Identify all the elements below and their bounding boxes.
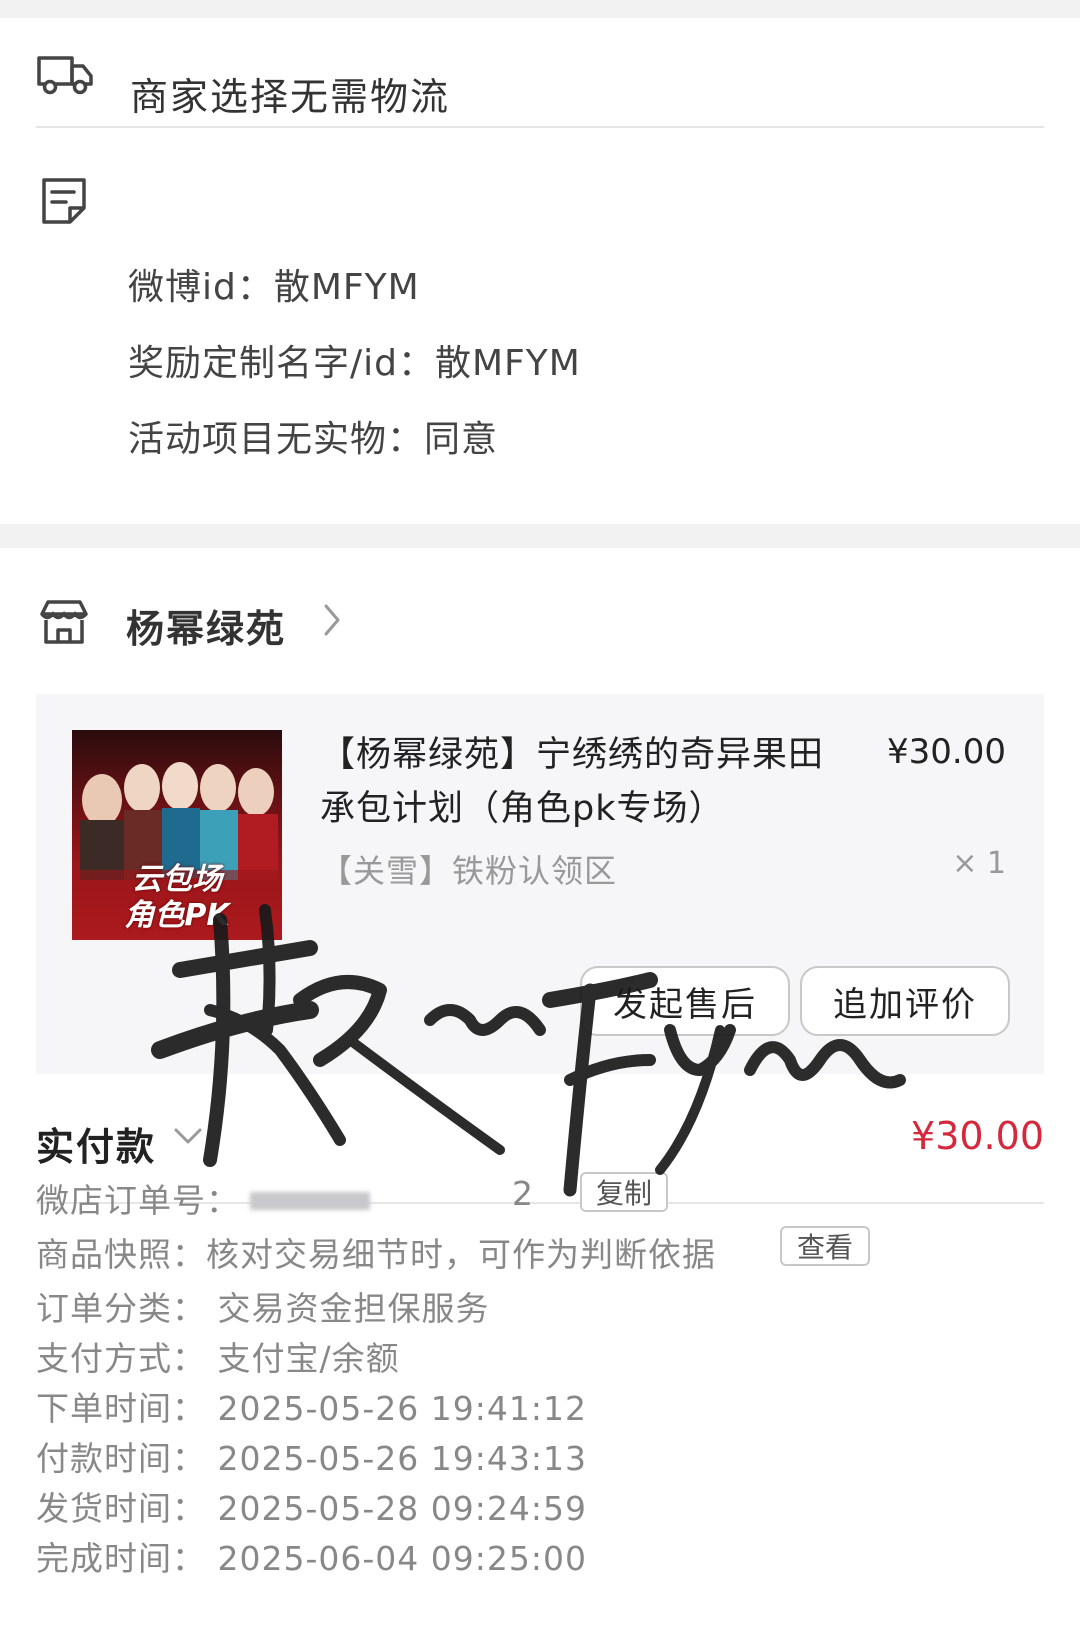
redacted-order-number [250,1192,370,1210]
truck-icon [36,52,94,100]
completion-time: 完成时间： 2025-06-04 09:25:00 [36,1539,587,1578]
delivery-method-text: 商家选择无需物流 [130,75,451,119]
snapshot-text: 商品快照：核对交易细节时，可作为判断依据 [36,1235,716,1274]
store-icon [38,598,90,650]
order-number-tail: 2 [512,1174,534,1213]
product-thumbnail[interactable]: 云包场 角色PK [72,730,282,940]
paid-amount: ¥30.00 [911,1114,1044,1158]
product-price: ¥30.00 [887,732,1006,772]
product-item[interactable]: 云包场 角色PK 【杨幂绿苑】宁绣绣的奇异果田承包计划（角色pk专场） ¥30.… [36,694,1044,1074]
divider [36,126,1044,128]
product-title[interactable]: 【杨幂绿苑】宁绣绣的奇异果田承包计划（角色pk专场） [320,728,850,836]
order-number-label: 微店订单号： [36,1181,240,1220]
delivery-card: 商家选择无需物流 微博id：散MFYM 奖励定制名字/id：散MFYM 活动项目… [0,18,1080,524]
thumbnail-caption-2: 角色PK [124,898,230,933]
add-review-button[interactable]: 追加评价 [800,966,1010,1036]
note-icon [38,174,90,232]
shipping-time: 发货时间： 2025-05-28 09:24:59 [36,1489,587,1528]
product-sku: 【关雪】铁粉认领区 [320,852,618,890]
copy-order-number-button[interactable]: 复制 [580,1172,668,1212]
chevron-right-icon[interactable] [322,602,342,642]
chevron-down-icon[interactable] [172,1126,204,1150]
note-line-custom-name: 奖励定制名字/id：散MFYM [128,343,581,384]
order-card: 杨幂绿苑 云包场 角色PK 【杨幂绿苑】宁绣绣的奇异果田承包计划（角色pk专场）… [0,548,1080,1648]
shop-name-link[interactable]: 杨幂绿苑 [126,598,286,653]
paid-label[interactable]: 实付款 [36,1116,156,1171]
payment-time: 付款时间： 2025-05-26 19:43:13 [36,1439,587,1478]
order-time: 下单时间： 2025-05-26 19:41:12 [36,1389,587,1428]
aftersale-button[interactable]: 发起售后 [580,966,790,1036]
view-snapshot-button[interactable]: 查看 [780,1226,870,1266]
payment-method: 支付方式： 支付宝/余额 [36,1339,400,1378]
note-line-no-physical: 活动项目无实物：同意 [128,419,499,460]
product-quantity: × 1 [952,846,1006,881]
order-category: 订单分类： 交易资金担保服务 [36,1289,490,1328]
note-line-weibo-id: 微博id：散MFYM [128,267,420,308]
